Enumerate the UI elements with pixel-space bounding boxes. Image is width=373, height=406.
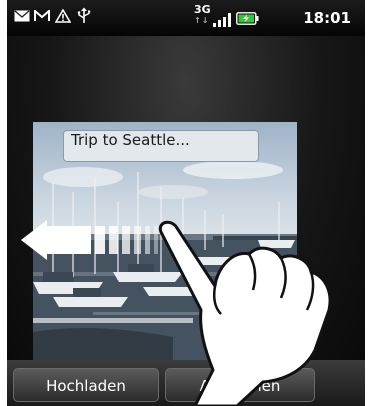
swipe-left-arrow-icon — [21, 220, 158, 260]
signal-icon — [213, 13, 231, 27]
warning-icon — [55, 9, 71, 23]
network-3g-icon: 3G ↑↓ — [194, 3, 211, 25]
upload-button[interactable]: Hochladen — [13, 368, 159, 402]
status-bar: 3G ↑↓ 18:01 — [7, 0, 365, 36]
usb-icon — [77, 7, 91, 23]
gmail-icon — [34, 10, 50, 21]
mail-icon — [14, 10, 30, 22]
hand-icon — [158, 220, 332, 406]
battery-icon — [236, 12, 259, 25]
clock: 18:01 — [303, 9, 351, 27]
caption-input[interactable]: Trip to Seattle... — [63, 130, 259, 162]
network-label: 3G — [194, 3, 211, 16]
